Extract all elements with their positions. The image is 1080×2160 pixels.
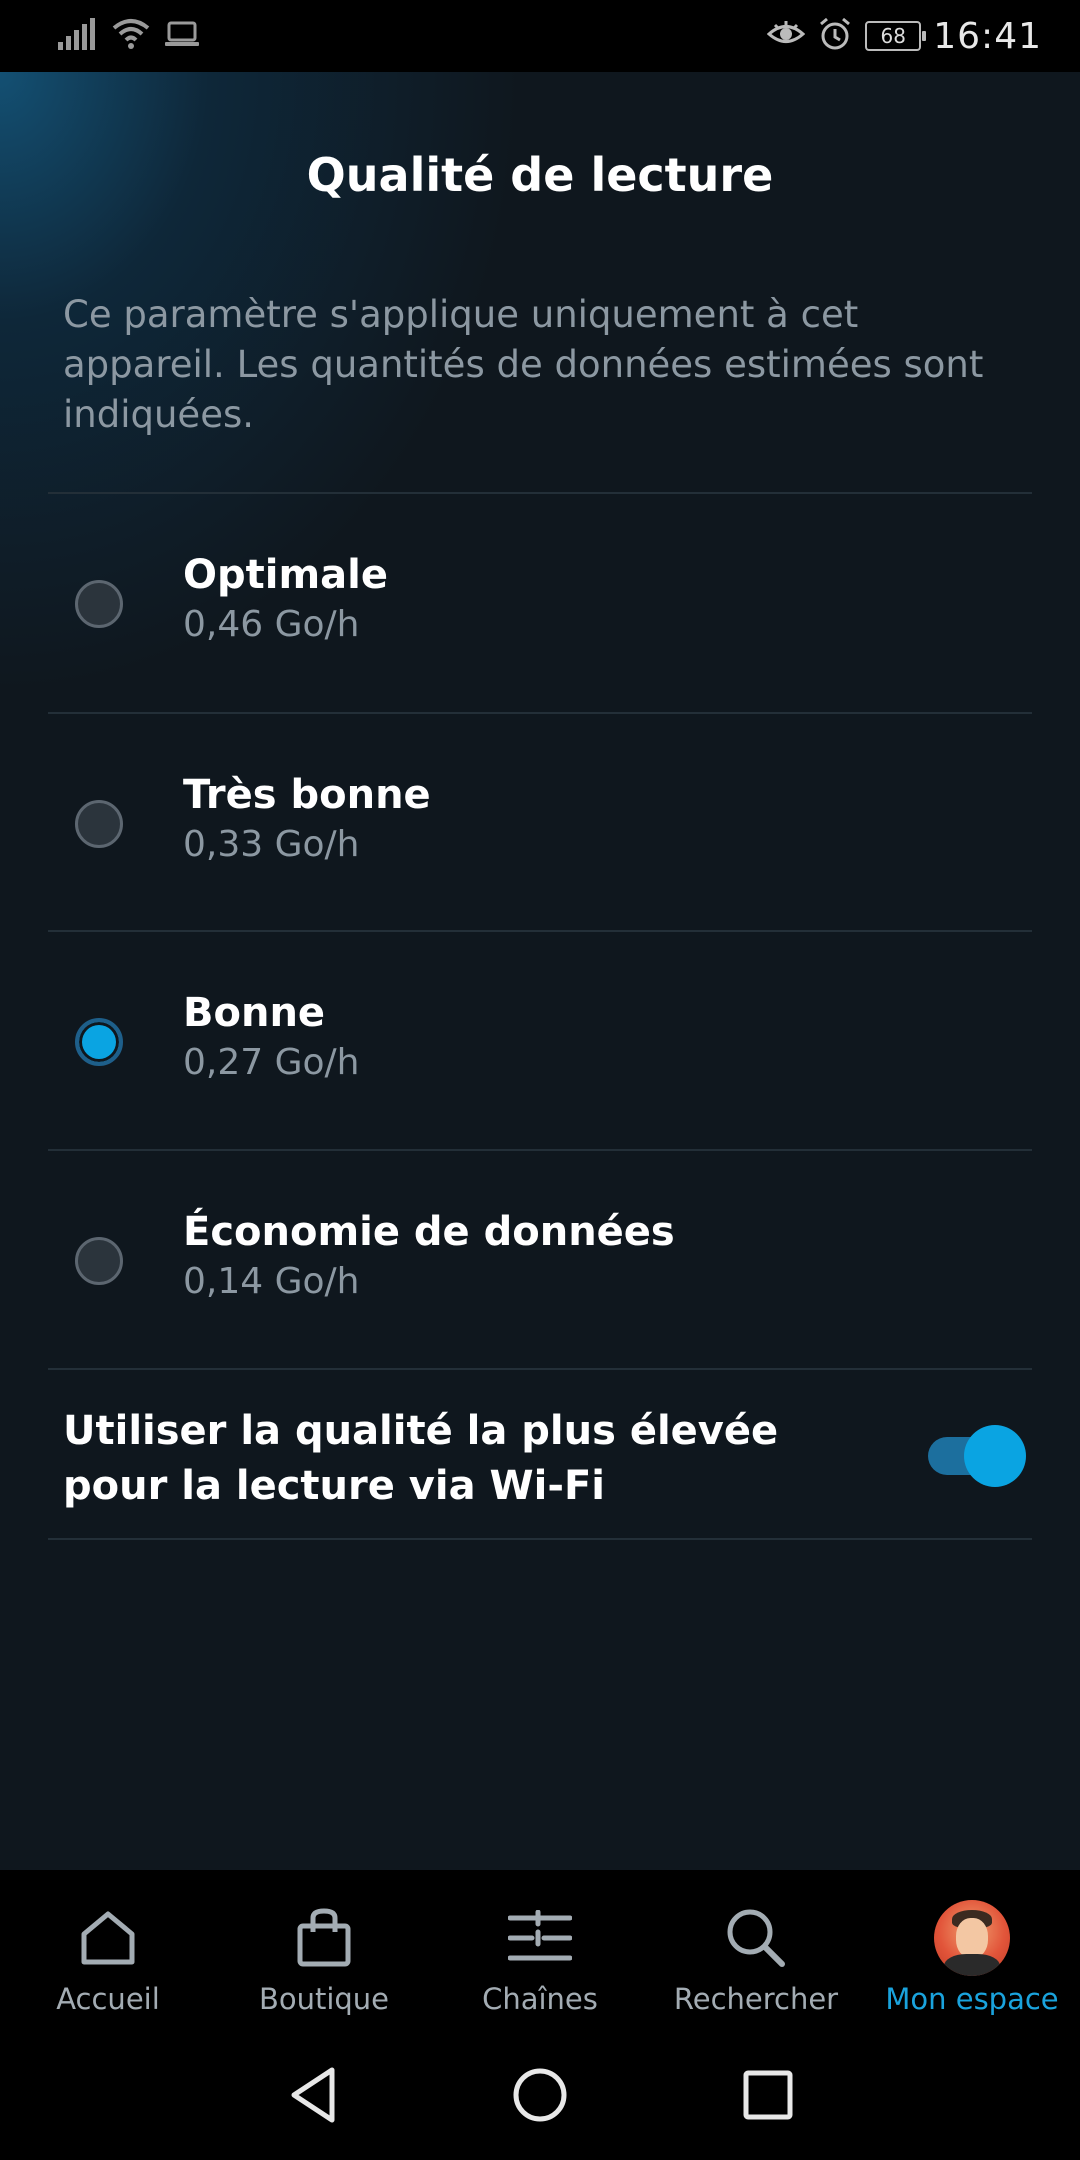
radio-button[interactable] <box>75 580 123 628</box>
nav-item-boutique[interactable]: Boutique <box>216 1870 432 2030</box>
nav-label: Rechercher <box>673 1982 839 2016</box>
nav-item-chaines[interactable]: Chaînes <box>432 1870 648 2030</box>
eye-icon <box>766 19 806 53</box>
option-data-rate: 0,46 Go/h <box>183 604 360 645</box>
option-data-rate: 0,27 Go/h <box>183 1042 360 1083</box>
nav-label: Mon espace <box>885 1982 1059 2016</box>
nav-label: Boutique <box>258 1982 390 2016</box>
alarm-icon <box>817 16 853 56</box>
recents-icon[interactable] <box>733 2060 803 2130</box>
option-label: Très bonne <box>183 772 431 818</box>
battery-level: 68 <box>880 24 906 48</box>
profile-avatar <box>932 1898 1012 1978</box>
wifi-quality-setting[interactable]: Utiliser la qualité la plus élevée pour … <box>48 1370 1032 1540</box>
radio-button[interactable] <box>75 1237 123 1285</box>
playback-quality-screen: Qualité de lecture Ce paramètre s'appliq… <box>0 72 1080 1870</box>
toggle-knob <box>964 1425 1026 1487</box>
nav-item-rechercher[interactable]: Rechercher <box>648 1870 864 2030</box>
wifi-icon <box>112 18 150 54</box>
bottom-nav: Accueil Boutique Chaînes Rechercher Mon … <box>0 1870 1080 2030</box>
option-tres-bonne[interactable]: Très bonne 0,33 Go/h <box>48 714 1032 932</box>
option-label: Économie de données <box>183 1209 675 1255</box>
channels-icon <box>500 1898 580 1978</box>
divider <box>48 1538 1032 1540</box>
clock: 16:41 <box>933 15 1042 57</box>
nav-item-mon-espace[interactable]: Mon espace <box>864 1870 1080 2030</box>
option-label: Bonne <box>183 990 326 1036</box>
option-data-rate: 0,33 Go/h <box>183 824 360 865</box>
shopping-bag-icon <box>284 1898 364 1978</box>
search-icon <box>716 1898 796 1978</box>
option-data-rate: 0,14 Go/h <box>183 1261 360 1302</box>
nav-label: Chaînes <box>482 1982 598 2016</box>
option-optimale[interactable]: Optimale 0,46 Go/h <box>48 494 1032 712</box>
option-label: Optimale <box>183 552 388 598</box>
signal-icon <box>58 18 98 54</box>
home-icon <box>68 1898 148 1978</box>
home-circle-icon[interactable] <box>505 2060 575 2130</box>
page-title: Qualité de lecture <box>306 148 774 202</box>
system-nav-bar <box>0 2030 1080 2160</box>
wifi-quality-toggle[interactable] <box>928 1425 1026 1487</box>
battery-icon: 68 <box>865 21 927 51</box>
nav-label: Accueil <box>56 1982 160 2016</box>
option-economie-de-donnees[interactable]: Économie de données 0,14 Go/h <box>48 1151 1032 1369</box>
nav-item-accueil[interactable]: Accueil <box>0 1870 216 2030</box>
status-bar: 68 16:41 <box>0 0 1080 72</box>
page-description: Ce paramètre s'applique uniquement à cet… <box>63 293 984 436</box>
radio-button[interactable] <box>75 800 123 848</box>
back-icon[interactable] <box>280 2060 350 2130</box>
option-bonne[interactable]: Bonne 0,27 Go/h <box>48 932 1032 1150</box>
radio-button-selected[interactable] <box>75 1018 123 1066</box>
wifi-quality-label: Utiliser la qualité la plus élevée pour … <box>63 1408 779 1509</box>
laptop-icon <box>164 19 200 53</box>
